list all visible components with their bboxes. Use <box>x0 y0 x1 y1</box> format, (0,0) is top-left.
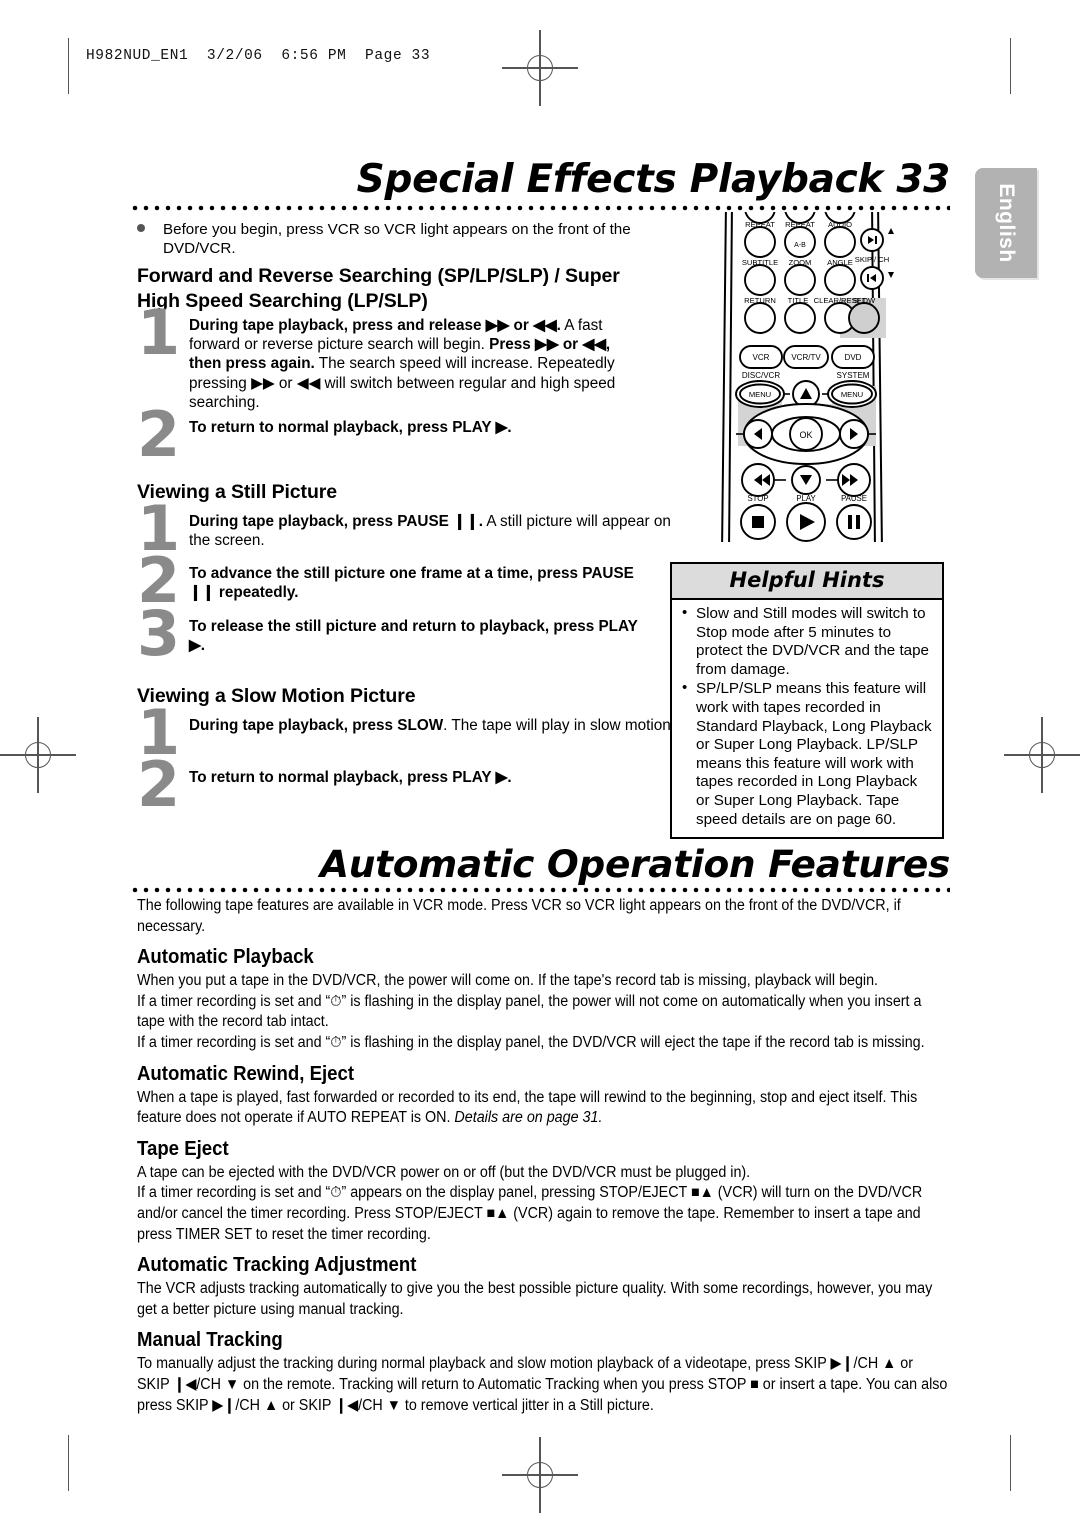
step-number: 2 <box>137 398 181 471</box>
paragraph: The VCR adjusts tracking automatically t… <box>137 1280 933 1318</box>
heading-forward-reverse-searching: Forward and Reverse Searching (SP/LP/SLP… <box>137 265 620 312</box>
intro-bullet: Before you begin, press VCR so VCR light… <box>137 220 642 258</box>
svg-text:VCR: VCR <box>753 353 770 362</box>
svg-text:SKIP / CH: SKIP / CH <box>855 255 889 264</box>
heading-automatic-playback: Automatic Playback <box>137 946 314 969</box>
svg-text:SLOW: SLOW <box>853 296 876 305</box>
language-tab-label: English <box>995 183 1018 263</box>
trim-mark <box>1010 38 1012 94</box>
svg-text:MENU: MENU <box>841 390 863 399</box>
svg-text:DVD: DVD <box>845 353 862 362</box>
page-title: Special Effects Playback 33 <box>356 157 951 202</box>
heading-tape-eject: Tape Eject <box>137 1137 229 1160</box>
remote-control-diagram: REPEAT REPEAT AUDIO A-B SUBTITLE ZOOM AN… <box>712 212 898 542</box>
svg-text:PLAY: PLAY <box>796 494 816 503</box>
svg-text:SYSTEM: SYSTEM <box>837 371 870 380</box>
paragraph: A tape can be ejected with the DVD/VCR p… <box>137 1163 751 1181</box>
heading-manual-tracking: Manual Tracking <box>137 1329 283 1352</box>
title-rule <box>132 205 950 211</box>
step-number: 1 <box>137 296 181 369</box>
paragraph: If a timer recording is set and “⏱” is f… <box>137 992 922 1031</box>
paragraph: When you put a tape in the DVD/VCR, the … <box>137 972 879 990</box>
svg-text:VCR/TV: VCR/TV <box>791 353 821 362</box>
helpful-hints-list: Slow and Still modes will switch to Stop… <box>672 600 942 837</box>
svg-text:OK: OK <box>799 430 812 440</box>
paragraph: When a tape is played, fast forwarded or… <box>137 1088 918 1127</box>
svg-text:RETURN: RETURN <box>744 296 776 305</box>
intro-bullet-text: Before you begin, press VCR so VCR light… <box>163 221 631 257</box>
section-title-automatic-operation: Automatic Operation Features <box>319 842 950 886</box>
svg-text:AUDIO: AUDIO <box>828 220 852 229</box>
step-text: During tape playback, press PAUSE ❙❙. A … <box>189 513 671 550</box>
heading-automatic-tracking-adjustment: Automatic Tracking Adjustment <box>137 1254 417 1277</box>
heading-viewing-slow-motion: Viewing a Slow Motion Picture <box>137 685 416 707</box>
section-rule <box>132 887 950 893</box>
svg-text:ZOOM: ZOOM <box>789 258 812 267</box>
helpful-hints-box: Helpful Hints Slow and Still modes will … <box>670 562 944 840</box>
automatic-operation-intro: The following tape features are availabl… <box>137 897 901 935</box>
manual-page: H982NUD_EN1 3/2/06 6:56 PM Page 33 Engli… <box>0 0 1080 1528</box>
svg-text:PAUSE: PAUSE <box>841 494 867 503</box>
step-number: 3 <box>137 597 181 670</box>
trim-mark <box>68 1435 70 1491</box>
step-number: 2 <box>137 748 181 821</box>
svg-text:STOP: STOP <box>747 494 768 503</box>
helpful-hints-title: Helpful Hints <box>672 564 942 600</box>
step-text: To advance the still picture one frame a… <box>189 565 634 602</box>
svg-text:REPEAT: REPEAT <box>745 220 775 229</box>
list-item: Slow and Still modes will switch to Stop… <box>680 604 934 679</box>
svg-text:ANGLE: ANGLE <box>827 258 853 267</box>
step-text: To return to normal playback, press PLAY… <box>189 769 512 786</box>
step-text: To release the still picture and return … <box>189 618 638 655</box>
trim-mark <box>1010 1435 1012 1491</box>
step-text: During tape playback, press and release … <box>189 317 616 411</box>
svg-text:TITLE: TITLE <box>788 296 809 305</box>
heading-viewing-still-picture: Viewing a Still Picture <box>137 481 337 503</box>
paragraph: To manually adjust the tracking during n… <box>137 1355 948 1414</box>
paragraph: If a timer recording is set and “⏱” appe… <box>137 1184 923 1243</box>
bullet-dot <box>137 224 145 232</box>
svg-text:SUBTITLE: SUBTITLE <box>742 258 778 267</box>
trim-mark <box>68 38 70 94</box>
language-tab: English <box>975 168 1037 278</box>
step-text: To return to normal playback, press PLAY… <box>189 419 512 436</box>
heading-automatic-rewind-eject: Automatic Rewind, Eject <box>137 1062 355 1085</box>
automatic-operation-body: The following tape features are availabl… <box>137 896 949 1416</box>
svg-text:MENU: MENU <box>749 390 771 399</box>
svg-text:A-B: A-B <box>794 242 806 249</box>
paragraph: If a timer recording is set and “⏱” is f… <box>137 1033 925 1051</box>
svg-text:DISC/VCR: DISC/VCR <box>742 371 780 380</box>
svg-text:REPEAT: REPEAT <box>785 220 815 229</box>
step-text: During tape playback, press SLOW. The ta… <box>189 717 676 734</box>
print-header: H982NUD_EN1 3/2/06 6:56 PM Page 33 <box>86 48 431 64</box>
list-item: SP/LP/SLP means this feature will work w… <box>680 679 934 829</box>
